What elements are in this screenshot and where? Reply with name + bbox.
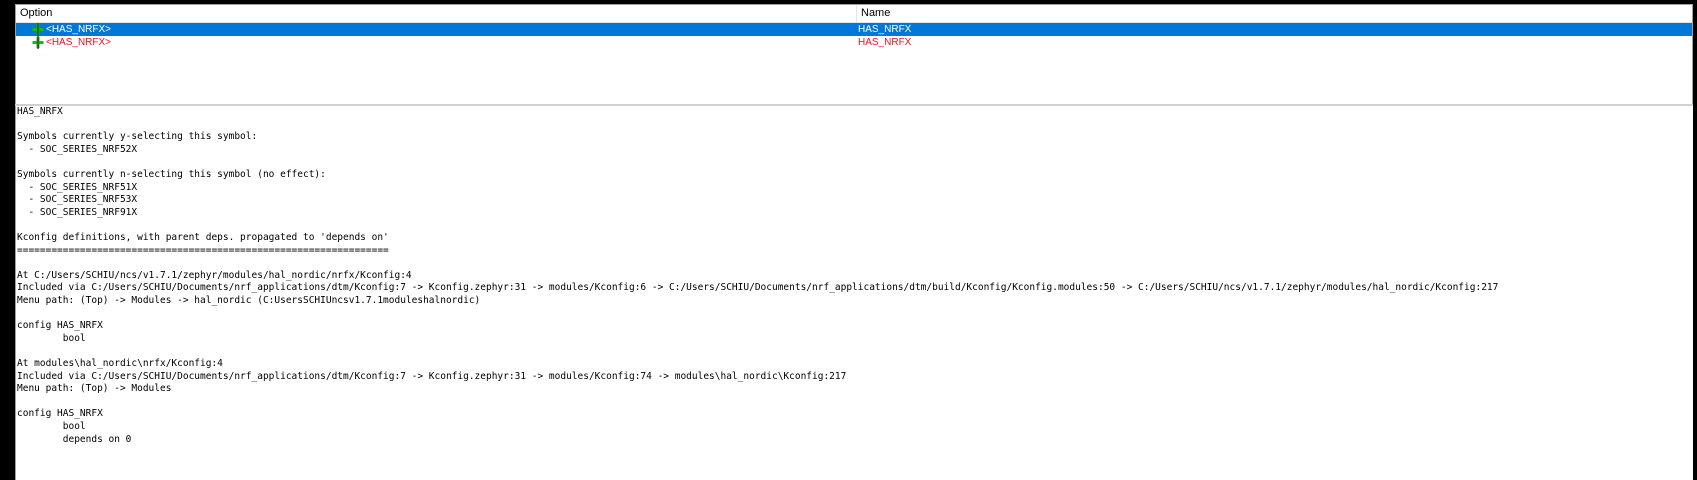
- info-line: config HAS_NRFX: [17, 320, 103, 332]
- row-name-label: HAS_NRFX: [858, 24, 912, 35]
- info-line: - SOC_SERIES_NRF53X: [17, 194, 138, 206]
- left-background-strip: [0, 0, 15, 480]
- info-line: - SOC_SERIES_NRF52X: [17, 143, 138, 155]
- row-name-label: HAS_NRFX: [858, 37, 912, 48]
- info-line: At C:/Users/SCHIU/ncs/v1.7.1/zephyr/modu…: [17, 269, 412, 281]
- row-option-label: <HAS_NRFX>: [46, 37, 112, 48]
- right-window-edge: [1693, 0, 1697, 480]
- info-line: Menu path: (Top) -> Modules: [17, 383, 172, 395]
- info-line: - SOC_SERIES_NRF51X: [17, 181, 138, 193]
- column-header-name[interactable]: Name: [857, 5, 1692, 22]
- info-line: Included via C:/Users/SCHIU/Documents/nr…: [17, 282, 1499, 294]
- green-plus-icon: [32, 36, 44, 49]
- tree-row-has-nrfx-selected[interactable]: <HAS_NRFX> HAS_NRFX: [16, 23, 1692, 36]
- info-line: At modules\hal_nordic\nrfx/Kconfig:4: [17, 358, 223, 369]
- info-line: bool: [17, 421, 86, 432]
- info-line: HAS_NRFX: [17, 106, 63, 117]
- info-line: Symbols currently n-selecting this symbo…: [17, 169, 326, 180]
- green-plus-icon: [32, 23, 44, 36]
- row-option-label: <HAS_NRFX>: [46, 24, 112, 35]
- info-line: config HAS_NRFX: [17, 408, 103, 420]
- info-line: Symbols currently y-selecting this symbo…: [17, 131, 258, 143]
- info-line: Included via C:/Users/SCHIU/Documents/nr…: [17, 370, 847, 382]
- info-line: Menu path: (Top) -> Modules -> hal_nordi…: [17, 295, 481, 306]
- column-header-option[interactable]: Option: [16, 5, 857, 22]
- info-line: bool: [17, 332, 86, 344]
- symbol-info-text[interactable]: HAS_NRFX Symbols currently y-selecting t…: [15, 106, 1693, 480]
- info-line: depends on 0: [17, 433, 132, 445]
- info-line: ========================================…: [17, 244, 389, 256]
- info-line: - SOC_SERIES_NRF91X: [17, 206, 138, 218]
- info-line: Kconfig definitions, with parent deps. p…: [17, 232, 389, 243]
- symbol-tree-view[interactable]: Option Name <HAS_NRFX> HAS_NRFX <HAS_NRF…: [15, 4, 1693, 104]
- tree-row-has-nrfx[interactable]: <HAS_NRFX> HAS_NRFX: [16, 36, 1692, 49]
- tree-header: Option Name: [16, 5, 1692, 23]
